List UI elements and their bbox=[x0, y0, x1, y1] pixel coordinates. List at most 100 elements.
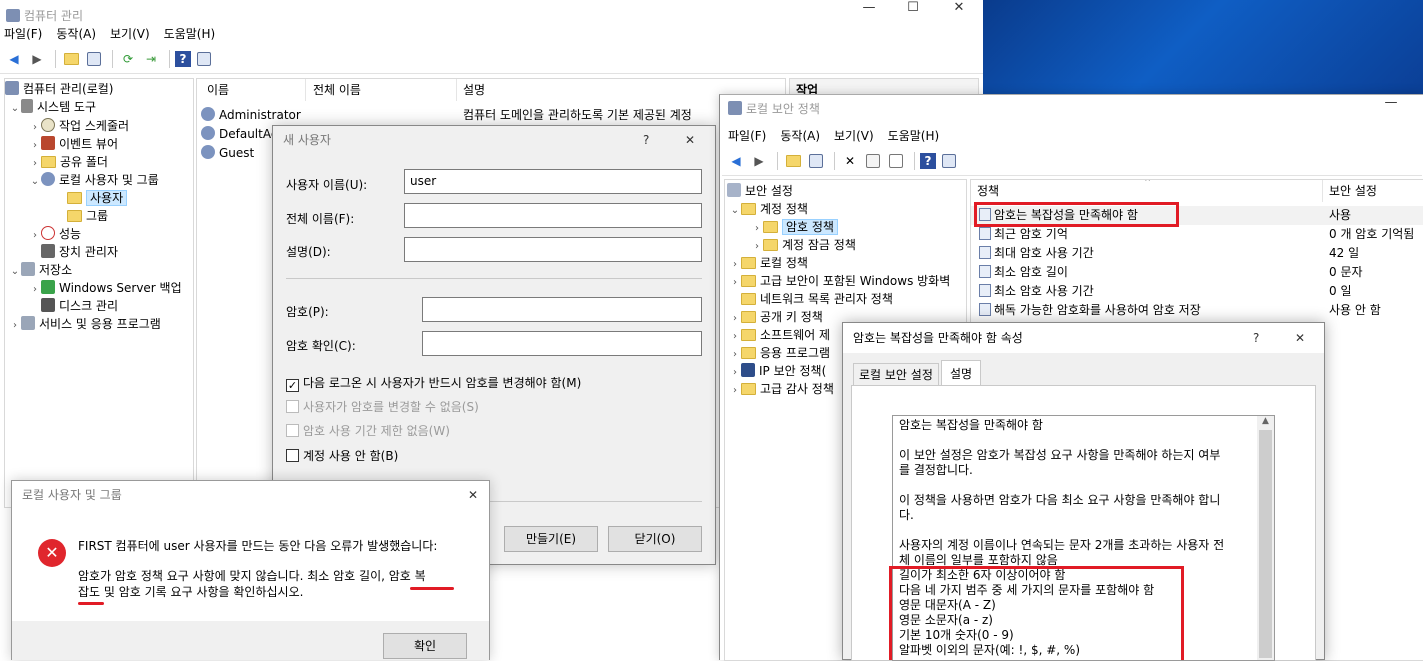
tree-item-windows-firewall[interactable]: › 고급 보안이 포함된 Windows 방화벽 bbox=[729, 272, 950, 290]
user-icon bbox=[201, 145, 215, 159]
policy-row-min-age[interactable]: 최소 암호 사용 기간 bbox=[979, 282, 1094, 301]
user-row-defaultaccount[interactable]: DefaultAc bbox=[201, 125, 277, 144]
create-button[interactable]: 만들기(E) bbox=[504, 526, 598, 552]
export-list-icon[interactable] bbox=[886, 151, 906, 171]
menu-help[interactable]: 도움말(H) bbox=[164, 25, 216, 42]
tree-item-shared-folders[interactable]: › 공유 폴더 bbox=[29, 153, 108, 171]
chevron-down-icon[interactable]: ⌄ bbox=[29, 173, 41, 191]
column-header-security-setting[interactable]: 보안 설정 bbox=[1323, 180, 1423, 202]
column-header-full-name[interactable]: 전체 이름 bbox=[307, 79, 457, 101]
show-hide-tree-icon[interactable] bbox=[806, 151, 826, 171]
policy-row-reversible-encryption[interactable]: 해독 가능한 암호화를 사용하여 암호 저장 bbox=[979, 301, 1201, 320]
refresh-icon[interactable]: ⟳ bbox=[118, 49, 138, 69]
help-icon[interactable]: ? bbox=[175, 50, 191, 67]
forward-arrow-icon[interactable]: ▶ bbox=[749, 151, 769, 171]
checkbox-unchecked[interactable] bbox=[286, 449, 299, 462]
user-name: DefaultAc bbox=[219, 127, 278, 141]
export-list-icon[interactable]: ⇥ bbox=[141, 49, 161, 69]
tree-item-account-lockout-policy[interactable]: › 계정 잠금 정책 bbox=[751, 236, 856, 254]
show-hide-tree-icon[interactable] bbox=[84, 49, 104, 69]
checkbox-checked[interactable]: ✓ bbox=[286, 379, 299, 392]
username-input[interactable]: user bbox=[404, 169, 702, 194]
menu-view[interactable]: 보기(V) bbox=[110, 25, 150, 42]
tree-item-local-policies[interactable]: › 로컬 정책 bbox=[729, 254, 808, 272]
tree-item-storage[interactable]: ⌄ 저장소 bbox=[9, 261, 72, 279]
tree-item-account-policies[interactable]: ⌄ 계정 정책 bbox=[729, 200, 808, 218]
dialog-title-bar: 새 사용자 ? ✕ bbox=[273, 126, 715, 154]
tree-item-public-key-policies[interactable]: › 공개 키 정책 bbox=[729, 308, 823, 326]
tree-item-advanced-audit[interactable]: › 고급 감사 정책 bbox=[729, 380, 834, 398]
chevron-down-icon[interactable]: ⌄ bbox=[729, 202, 741, 220]
menu-file[interactable]: 파일(F) bbox=[728, 127, 766, 144]
fullname-input[interactable] bbox=[404, 203, 702, 228]
tree-item-device-manager[interactable]: 장치 관리자 bbox=[29, 243, 118, 261]
help-button[interactable]: ? bbox=[1253, 323, 1259, 353]
policy-row-max-age[interactable]: 최대 암호 사용 기간 bbox=[979, 244, 1094, 263]
properties-sheet-icon[interactable] bbox=[863, 151, 883, 171]
ok-button[interactable]: 확인 bbox=[383, 633, 467, 659]
tree-item-network-list-manager[interactable]: 네트워크 목록 관리자 정책 bbox=[729, 290, 893, 308]
user-row-administrator[interactable]: Administrator bbox=[201, 106, 301, 125]
dialog-title: 로컬 사용자 및 그룹 bbox=[22, 488, 122, 502]
tree-item-password-policy[interactable]: › 암호 정책 bbox=[751, 218, 838, 236]
tree-item-security-settings[interactable]: 보안 설정 bbox=[727, 182, 793, 200]
maximize-button[interactable]: ☐ bbox=[890, 0, 936, 22]
minimize-button[interactable]: — bbox=[846, 0, 892, 22]
tree-item-computer-management[interactable]: 컴퓨터 관리(로컬) bbox=[5, 80, 113, 98]
back-arrow-icon[interactable]: ◀ bbox=[4, 49, 24, 69]
close-button[interactable]: ✕ bbox=[936, 0, 982, 22]
tree-item-event-viewer[interactable]: › 이벤트 뷰어 bbox=[29, 135, 118, 153]
error-message-line2: 암호가 암호 정책 요구 사항에 맞지 않습니다. 최소 암호 길이, 암호 복 bbox=[78, 569, 426, 583]
minimize-button[interactable]: — bbox=[1368, 95, 1414, 117]
tab-explain[interactable]: 설명 bbox=[941, 360, 982, 386]
column-header-name[interactable]: 이름 bbox=[201, 79, 306, 101]
tree-item-windows-server-backup[interactable]: › Windows Server 백업 bbox=[29, 279, 182, 297]
tree-item-services-apps[interactable]: › 서비스 및 응용 프로그램 bbox=[9, 315, 161, 333]
help-icon[interactable]: ? bbox=[920, 152, 936, 169]
checkbox-label: 다음 로그온 시 사용자가 반드시 암호를 변경해야 함(M) bbox=[303, 376, 582, 390]
user-row-guest[interactable]: Guest bbox=[201, 144, 254, 163]
scrollbar-thumb[interactable] bbox=[1259, 430, 1272, 658]
help-button[interactable]: ? bbox=[643, 126, 649, 154]
properties-icon[interactable] bbox=[194, 49, 214, 69]
tree-item-disk-management[interactable]: 디스크 관리 bbox=[29, 297, 118, 315]
confirm-password-input[interactable] bbox=[422, 331, 702, 356]
tree-item-local-users-groups[interactable]: ⌄ 로컬 사용자 및 그룹 bbox=[29, 171, 159, 189]
close-button[interactable]: ✕ bbox=[468, 481, 478, 509]
close-button[interactable]: ✕ bbox=[685, 126, 695, 154]
menu-file[interactable]: 파일(F) bbox=[4, 25, 42, 42]
scrollbar[interactable]: ▲ bbox=[1257, 416, 1274, 660]
chevron-right-icon[interactable]: › bbox=[9, 317, 21, 335]
delete-icon[interactable]: ✕ bbox=[840, 151, 860, 171]
account-disabled-checkbox[interactable]: 계정 사용 안 함(B) bbox=[286, 447, 398, 464]
tree-item-software-restriction[interactable]: › 소프트웨어 제 bbox=[729, 326, 830, 344]
menu-help[interactable]: 도움말(H) bbox=[888, 127, 940, 144]
tree-item-performance[interactable]: › 성능 bbox=[29, 225, 81, 243]
forward-arrow-icon[interactable]: ▶ bbox=[27, 49, 47, 69]
close-button[interactable]: ✕ bbox=[1295, 323, 1305, 353]
menu-action[interactable]: 동작(A) bbox=[56, 25, 96, 42]
properties-icon[interactable] bbox=[939, 151, 959, 171]
tree-item-groups[interactable]: 그룹 bbox=[67, 207, 108, 225]
back-arrow-icon[interactable]: ◀ bbox=[726, 151, 746, 171]
description-input[interactable] bbox=[404, 237, 702, 262]
tab-local-security-setting[interactable]: 로컬 보안 설정 bbox=[853, 363, 939, 385]
up-folder-icon[interactable] bbox=[61, 49, 81, 69]
tree-item-task-scheduler[interactable]: › 작업 스케줄러 bbox=[29, 117, 129, 135]
password-input[interactable] bbox=[422, 297, 702, 322]
menu-view[interactable]: 보기(V) bbox=[834, 127, 874, 144]
tree-item-application-control[interactable]: › 응용 프로그램 bbox=[729, 344, 830, 362]
close-dialog-button[interactable]: 닫기(O) bbox=[608, 526, 702, 552]
chevron-right-icon[interactable]: › bbox=[729, 382, 741, 400]
tree-item-ip-security[interactable]: › IP 보안 정책( bbox=[729, 362, 826, 380]
tree-item-users[interactable]: 사용자 bbox=[67, 189, 128, 207]
must-change-password-checkbox[interactable]: ✓ 다음 로그온 시 사용자가 반드시 암호를 변경해야 함(M) bbox=[286, 374, 581, 392]
chevron-down-icon[interactable]: ⌄ bbox=[9, 100, 21, 118]
policy-row-min-length[interactable]: 최소 암호 길이 bbox=[979, 263, 1068, 282]
chevron-down-icon[interactable]: ⌄ bbox=[9, 263, 21, 281]
up-folder-icon[interactable] bbox=[783, 151, 803, 171]
tree-item-system-tools[interactable]: ⌄ 시스템 도구 bbox=[9, 98, 96, 116]
scroll-up-icon[interactable]: ▲ bbox=[1257, 416, 1274, 430]
policy-row-history[interactable]: 최근 암호 기억 bbox=[979, 225, 1068, 244]
menu-action[interactable]: 동작(A) bbox=[780, 127, 820, 144]
